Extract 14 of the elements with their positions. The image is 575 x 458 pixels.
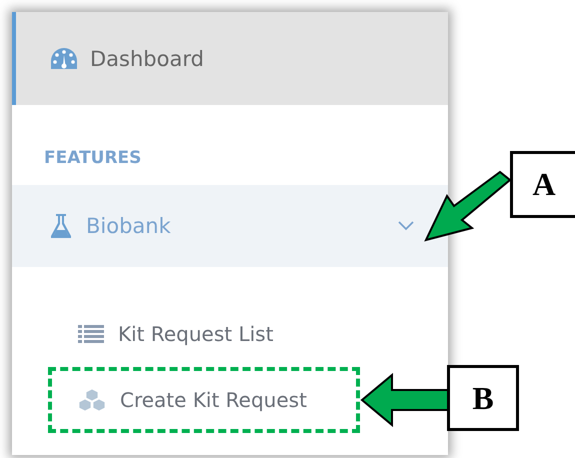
item-label: Dashboard — [90, 46, 204, 70]
section-heading: FEATURES — [43, 147, 142, 170]
cubes-icon — [78, 388, 106, 412]
list-icon — [78, 324, 104, 344]
item-label: Biobank — [86, 214, 172, 238]
item-label: Create Kit Request — [120, 388, 307, 412]
flask-icon — [50, 213, 72, 239]
gauge-icon — [50, 46, 78, 70]
item-label: Kit Request List — [118, 322, 274, 346]
callout-label: B — [447, 365, 519, 431]
sidebar-item[interactable]: Dashboard — [12, 12, 448, 105]
submenu-item[interactable]: Create Kit Request — [48, 367, 360, 433]
submenu-item[interactable]: Kit Request List — [48, 301, 360, 367]
callout-label: A — [510, 151, 575, 218]
